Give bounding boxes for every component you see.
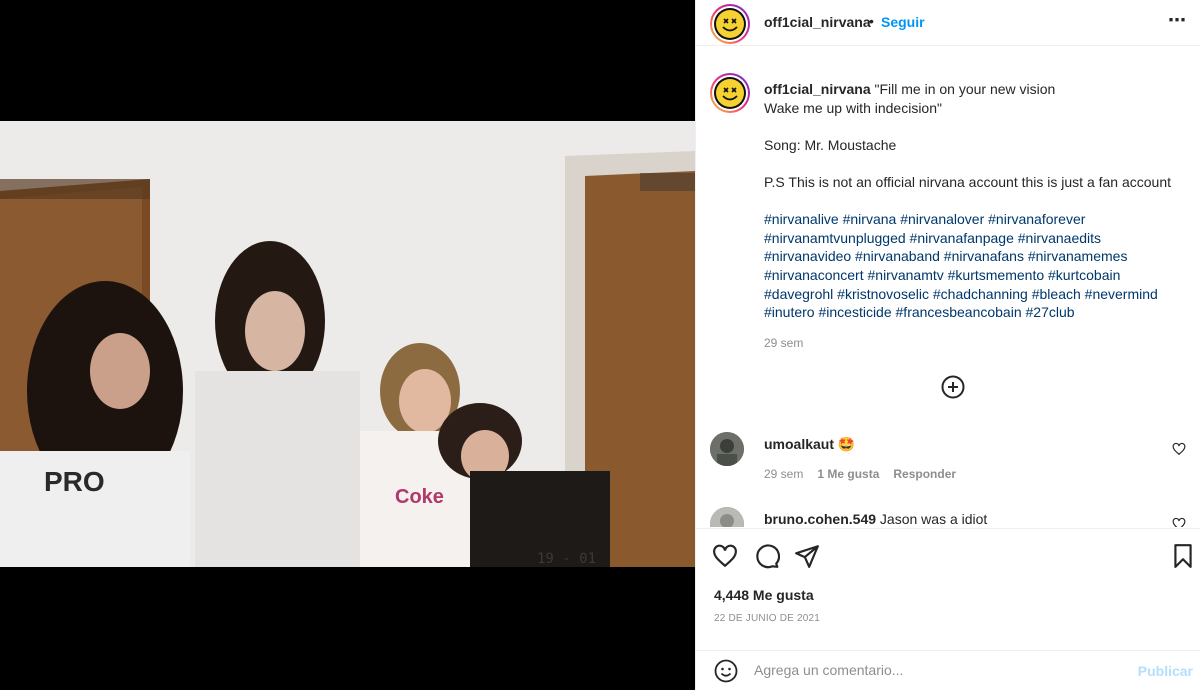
caption-song: Song: Mr. Moustache xyxy=(764,136,897,153)
comment-icon[interactable] xyxy=(754,543,780,569)
caption-time: 29 sem xyxy=(764,336,804,350)
caption-line-2: Wake me up with indecision" xyxy=(764,99,942,116)
commenter-username[interactable]: umoalkaut xyxy=(764,436,834,452)
comment-time: 29 sem xyxy=(764,467,804,481)
post-actions xyxy=(696,528,1200,578)
share-icon[interactable] xyxy=(794,543,820,569)
reply-button[interactable]: Responder xyxy=(893,467,956,481)
comment-body: 🤩 xyxy=(837,436,856,452)
commenter-username[interactable]: bruno.cohen.549 xyxy=(764,511,876,527)
caption-note: P.S This is not an official nirvana acco… xyxy=(764,173,1172,190)
caption-line-1: "Fill me in on your new vision xyxy=(874,81,1056,97)
like-heart-icon[interactable] xyxy=(712,543,738,569)
smiley-logo-icon xyxy=(714,8,746,40)
svg-text:Coke: Coke xyxy=(395,486,444,508)
save-bookmark-icon[interactable] xyxy=(1170,543,1196,569)
comment-like-heart-icon[interactable] xyxy=(1172,442,1186,456)
add-comment-bar: Publicar xyxy=(696,650,1200,690)
caption-avatar[interactable] xyxy=(710,73,750,113)
comment-input[interactable] xyxy=(754,657,1124,683)
likes-count[interactable]: 4,448 Me gusta xyxy=(714,587,814,603)
follow-button[interactable]: Seguir xyxy=(881,14,925,30)
comment-like-heart-icon[interactable] xyxy=(1172,517,1186,527)
post-header: off1cial_nirvana • Seguir ⋯ xyxy=(696,0,1200,46)
band-photo: Coke PRO xyxy=(0,121,695,567)
caption-username[interactable]: off1cial_nirvana xyxy=(764,81,871,97)
author-username[interactable]: off1cial_nirvana xyxy=(764,14,871,30)
comments-section[interactable]: off1cial_nirvana "Fill me in on your new… xyxy=(696,55,1200,527)
comment-body: Jason was a idiot xyxy=(879,511,988,527)
post-date: 22 DE JUNIO DE 2021 xyxy=(714,613,821,624)
commenter-avatar[interactable] xyxy=(710,507,744,527)
comment-text: umoalkaut 🤩 xyxy=(764,436,855,453)
svg-text:PRO: PRO xyxy=(44,466,105,497)
comment-item: bruno.cohen.549 Jason was a idiot xyxy=(710,507,1190,527)
separator-dot: • xyxy=(869,13,874,29)
publish-button[interactable]: Publicar xyxy=(1138,663,1193,679)
comment-likes[interactable]: 1 Me gusta xyxy=(817,467,879,481)
emoji-icon[interactable] xyxy=(714,659,738,683)
author-avatar[interactable] xyxy=(710,4,750,44)
caption-hashtags[interactable]: #nirvanalive #nirvana #nirvanalover #nir… xyxy=(764,211,1162,320)
smiley-logo-icon xyxy=(714,77,746,109)
load-more-comments-icon[interactable] xyxy=(941,375,965,399)
more-options-icon[interactable]: ⋯ xyxy=(1168,10,1187,31)
photo-date-stamp: 19 - 01 xyxy=(537,551,597,567)
commenter-avatar[interactable] xyxy=(710,432,744,466)
post-photo[interactable]: Coke PRO 19 - 01 xyxy=(0,121,695,567)
post-panel: off1cial_nirvana • Seguir ⋯ off1cial_nir… xyxy=(695,0,1200,690)
post-media: Coke PRO 19 - 01 xyxy=(0,0,695,690)
comment-meta: 29 sem 1 Me gusta Responder xyxy=(764,467,956,481)
comment-item: umoalkaut 🤩 29 sem 1 Me gusta Responder xyxy=(710,432,1190,492)
caption-text: off1cial_nirvana "Fill me in on your new… xyxy=(764,80,1190,322)
comment-text: bruno.cohen.549 Jason was a idiot xyxy=(764,511,987,527)
